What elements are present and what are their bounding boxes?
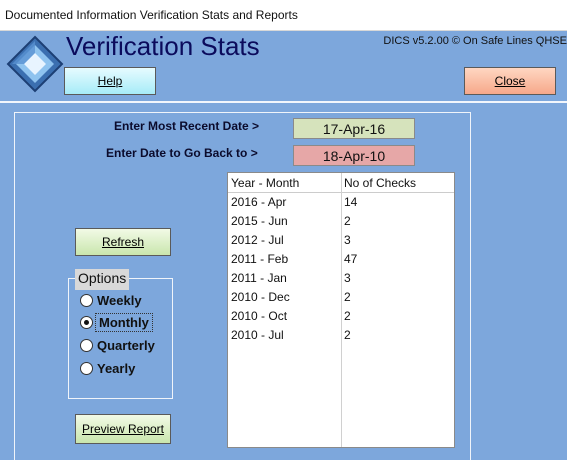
radio-weekly-label: Weekly xyxy=(97,292,142,308)
radio-quarterly[interactable]: Quarterly xyxy=(80,336,155,354)
window-titlebar: Documented Information Verification Stat… xyxy=(0,0,567,31)
cell-year-month: 2011 - Feb xyxy=(231,252,289,266)
cell-checks: 3 xyxy=(344,271,351,285)
cell-checks: 2 xyxy=(344,309,351,323)
cell-checks: 2 xyxy=(344,214,351,228)
back-date-label: Enter Date to Go Back to > xyxy=(106,146,258,160)
radio-monthly[interactable]: Monthly xyxy=(80,312,153,332)
close-button[interactable]: Close xyxy=(464,67,556,95)
stats-listbox[interactable]: Year - Month No of Checks 2016 - Apr 14 … xyxy=(227,172,455,448)
radio-yearly[interactable]: Yearly xyxy=(80,359,135,377)
radio-button-icon xyxy=(80,338,93,352)
header-year-month: Year - Month xyxy=(231,176,300,190)
header: Verification Stats DICS v5.2.00 © On Saf… xyxy=(0,31,567,101)
radio-quarterly-label: Quarterly xyxy=(97,337,155,353)
cell-checks: 3 xyxy=(344,233,351,247)
cell-checks: 14 xyxy=(344,195,358,209)
header-divider xyxy=(0,101,567,103)
preview-report-button[interactable]: Preview Report xyxy=(75,414,171,444)
radio-weekly[interactable]: Weekly xyxy=(80,291,142,309)
radio-button-checked-icon xyxy=(80,315,93,329)
close-button-label: Close xyxy=(494,74,526,88)
refresh-button-label: Refresh xyxy=(101,235,145,249)
options-legend: Options xyxy=(75,269,130,290)
help-button-label: Help xyxy=(97,74,123,88)
preview-report-label: Preview Report xyxy=(81,422,165,436)
window-title: Documented Information Verification Stat… xyxy=(5,8,298,22)
back-date-field[interactable]: 18-Apr-10 xyxy=(293,145,415,166)
radio-button-icon xyxy=(80,293,93,307)
column-divider xyxy=(341,173,342,447)
help-button[interactable]: Help xyxy=(64,67,156,95)
page-title: Verification Stats xyxy=(66,31,260,61)
cell-year-month: 2015 - Jun xyxy=(231,214,288,228)
header-no-of-checks: No of Checks xyxy=(344,176,417,190)
cell-year-month: 2012 - Jul xyxy=(231,233,284,247)
cell-year-month: 2010 - Oct xyxy=(231,309,288,323)
cell-year-month: 2016 - Apr xyxy=(231,195,287,209)
recent-date-field[interactable]: 17-Apr-16 xyxy=(293,118,415,139)
radio-yearly-label: Yearly xyxy=(97,360,136,376)
cell-checks: 2 xyxy=(344,328,351,342)
cell-year-month: 2011 - Jan xyxy=(231,271,287,285)
cell-year-month: 2010 - Dec xyxy=(231,290,290,304)
cell-checks: 47 xyxy=(344,252,358,266)
cell-checks: 2 xyxy=(344,290,351,304)
radio-button-icon xyxy=(80,361,93,375)
radio-monthly-label: Monthly xyxy=(95,312,153,332)
diamond-logo-icon xyxy=(6,35,64,93)
version-text: DICS v5.2.00 © On Safe Lines QHSE xyxy=(383,35,567,47)
recent-date-label: Enter Most Recent Date > xyxy=(114,119,260,133)
refresh-button[interactable]: Refresh xyxy=(75,228,171,256)
cell-year-month: 2010 - Jul xyxy=(231,328,284,342)
